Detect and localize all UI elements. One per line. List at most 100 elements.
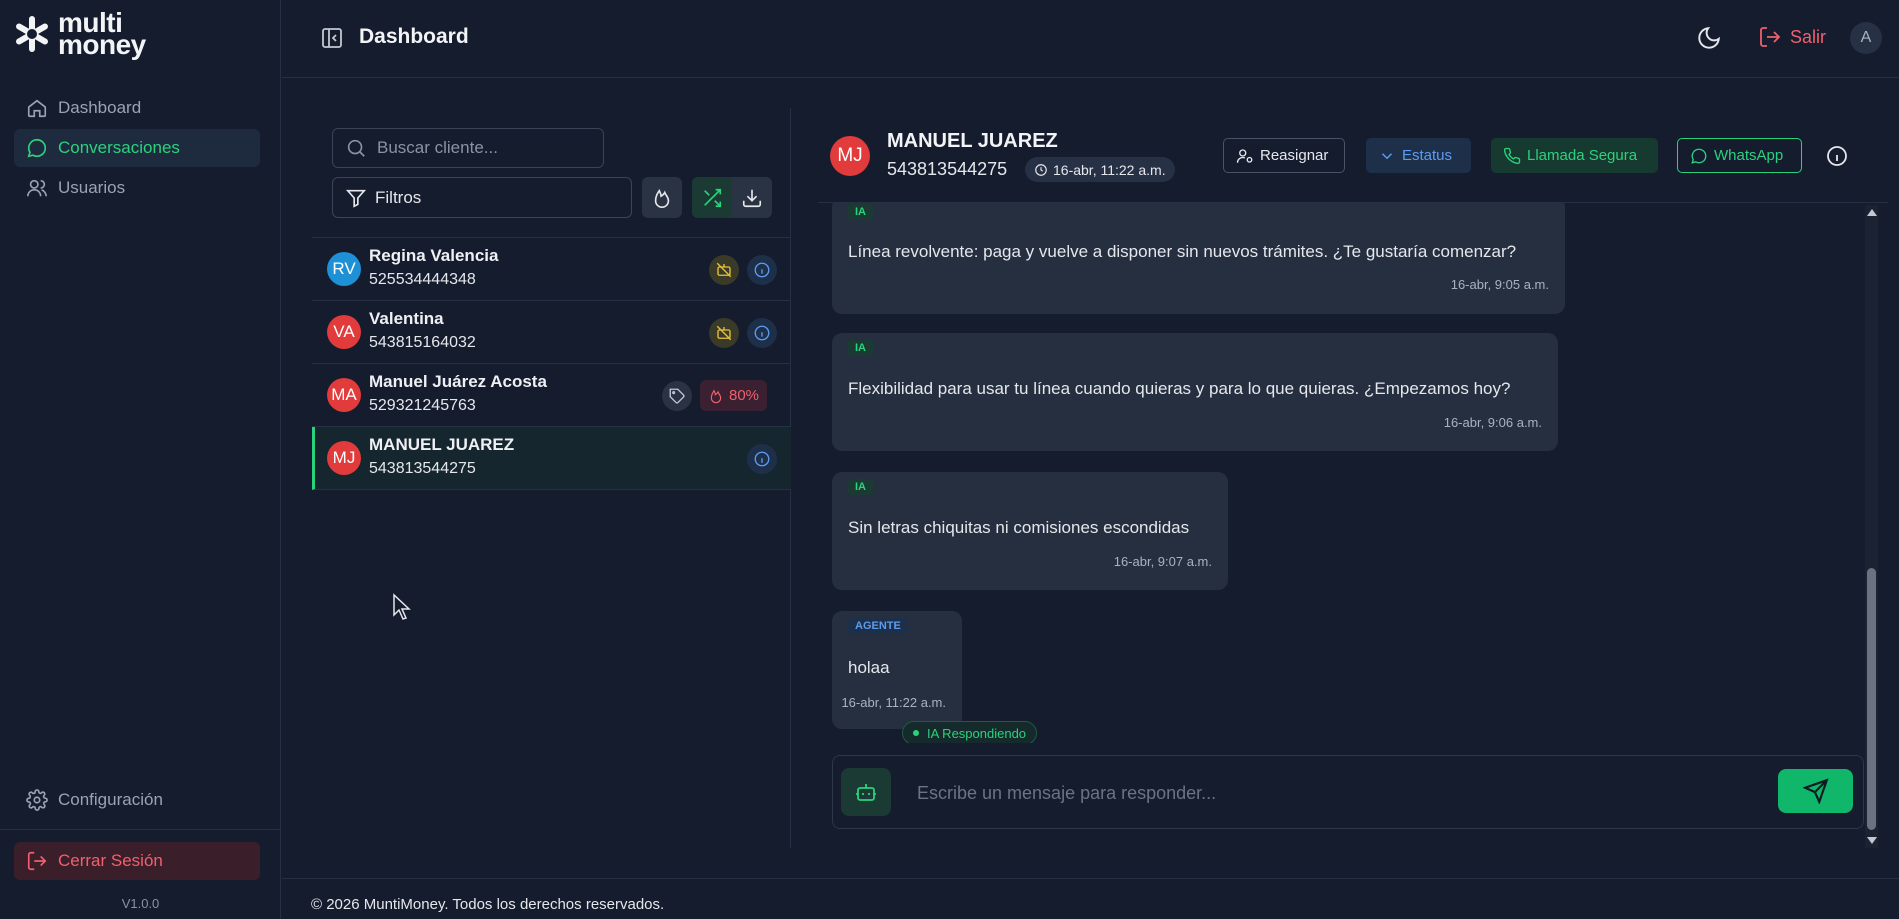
chat-messages: IA Línea revolvente: paga y vuelve a dis…	[818, 203, 1868, 743]
brand-line-2: money	[58, 29, 146, 60]
shuffle-button[interactable]	[692, 177, 732, 218]
footer-copyright: © 2026 MuntiMoney. Todos los derechos re…	[311, 896, 665, 913]
salir-label: Salir	[1790, 26, 1827, 47]
reasignar-button[interactable]: Reasignar	[1223, 138, 1345, 173]
info-button[interactable]	[747, 444, 777, 474]
asterisk-logo-icon	[16, 16, 48, 52]
user-avatar[interactable]: A	[1850, 22, 1882, 54]
download-icon	[742, 189, 762, 207]
bot-off-icon	[716, 262, 732, 278]
chat-scrollbar[interactable]	[1865, 205, 1878, 848]
send-icon	[1802, 778, 1829, 804]
ia-status-label: IA Respondiendo	[927, 725, 1027, 741]
salir-button[interactable]: Salir	[1758, 25, 1826, 49]
conversation-list: RV Regina Valencia 525534444348 VA Valen…	[312, 238, 791, 490]
message-tag: IA	[848, 479, 873, 495]
message-tag: AGENTE	[848, 618, 908, 634]
message-bubble: IA Sin letras chiquitas ni comisiones es…	[832, 472, 1228, 590]
bot-off-icon	[716, 325, 732, 341]
estatus-dropdown[interactable]: Estatus	[1366, 138, 1471, 173]
bot-off-badge[interactable]	[709, 318, 739, 348]
bot-icon	[856, 784, 876, 801]
llamada-segura-label: Llamada Segura	[1527, 147, 1638, 164]
estatus-label: Estatus	[1402, 147, 1453, 164]
sidebar-item-label: Dashboard	[58, 98, 142, 117]
message-time: 16-abr, 9:05 a.m.	[1450, 277, 1549, 292]
app-version: V1.0.0	[121, 896, 160, 911]
chat-header: MJ MANUEL JUAREZ 543813544275 16-abr, 11…	[818, 108, 1888, 203]
info-icon	[754, 451, 770, 467]
filters-button[interactable]: Filtros	[332, 177, 632, 218]
conversation-item-selected[interactable]: MJ MANUEL JUAREZ 543813544275	[312, 427, 791, 490]
avatar: VA	[327, 315, 361, 349]
search-box	[332, 128, 604, 168]
chat-contact-name: MANUEL JUAREZ	[887, 130, 1058, 152]
info-button[interactable]	[747, 255, 777, 285]
brand-logo[interactable]: multi money	[12, 9, 146, 60]
chat-contact-phone: 543813544275	[887, 159, 1008, 179]
scroll-down-arrow[interactable]	[1867, 837, 1877, 844]
info-icon[interactable]	[1825, 144, 1849, 168]
search-input[interactable]	[377, 138, 597, 158]
flame-icon	[710, 388, 722, 403]
top-header: Dashboard Salir A	[282, 0, 1899, 78]
send-button[interactable]	[1778, 769, 1853, 813]
user-cog-icon	[1236, 148, 1253, 163]
page-title: Dashboard	[359, 25, 469, 48]
conversation-name: MANUEL JUAREZ	[369, 435, 515, 454]
conversation-item[interactable]: RV Regina Valencia 525534444348	[312, 238, 791, 301]
sidebar: multi money Dashboard Conversaciones Usu…	[0, 0, 281, 919]
status-dot	[913, 730, 919, 736]
message-tag: IA	[848, 340, 873, 356]
sidebar-item-conversaciones[interactable]: Conversaciones	[14, 129, 260, 167]
phone-icon	[1503, 147, 1521, 164]
sidebar-item-dashboard[interactable]: Dashboard	[14, 89, 260, 127]
info-icon	[754, 325, 770, 341]
logout-button[interactable]: Cerrar Sesión	[14, 842, 260, 880]
funnel-icon	[345, 189, 367, 208]
chat-time: 16-abr, 11:22 a.m.	[1053, 161, 1166, 178]
conversation-item[interactable]: VA Valentina 543815164032	[312, 301, 791, 364]
scroll-up-arrow[interactable]	[1867, 209, 1877, 216]
hot-filter-button[interactable]	[642, 177, 682, 218]
logout-icon	[27, 851, 47, 871]
message-bubble: IA Flexibilidad para usar tu línea cuand…	[832, 333, 1558, 451]
heat-value: 80%	[729, 387, 760, 404]
sidebar-item-configuracion[interactable]: Configuración	[14, 781, 260, 819]
message-text: holaa	[848, 658, 890, 677]
message-composer	[832, 755, 1864, 829]
heat-badge: 80%	[700, 380, 768, 411]
sidebar-item-usuarios[interactable]: Usuarios	[14, 169, 260, 207]
message-input[interactable]	[917, 778, 1777, 808]
footer: © 2026 MuntiMoney. Todos los derechos re…	[282, 878, 1899, 919]
bot-off-badge[interactable]	[709, 255, 739, 285]
ia-status-badge: IA Respondiendo	[902, 721, 1038, 743]
tag-button[interactable]	[662, 381, 692, 411]
sidebar-toggle-icon[interactable]	[320, 26, 344, 50]
reasignar-label: Reasignar	[1260, 147, 1329, 164]
sidebar-config: Configuración	[14, 781, 260, 821]
download-button[interactable]	[732, 177, 772, 218]
mouse-cursor-icon	[393, 593, 411, 620]
conversation-phone: 543813544275	[369, 460, 476, 477]
message-time: 16-abr, 9:06 a.m.	[1443, 415, 1542, 430]
info-button[interactable]	[747, 318, 777, 348]
whatsapp-button[interactable]: WhatsApp	[1677, 138, 1802, 173]
conversation-name: Valentina	[369, 309, 444, 328]
sidebar-nav: Dashboard Conversaciones Usuarios	[14, 89, 260, 209]
message-text: Flexibilidad para usar tu línea cuando q…	[848, 379, 1511, 398]
moon-icon[interactable]	[1696, 25, 1722, 51]
filters-label: Filtros	[375, 187, 422, 207]
llamada-segura-button[interactable]: Llamada Segura	[1491, 138, 1658, 173]
scroll-thumb[interactable]	[1867, 568, 1876, 830]
chevron-down-icon	[1381, 152, 1393, 159]
conversation-item[interactable]: MA Manuel Juárez Acosta 529321245763 80%	[312, 364, 791, 427]
chat-icon	[27, 139, 47, 158]
brand-name: multi money	[58, 9, 146, 60]
bot-toggle-button[interactable]	[841, 768, 891, 816]
info-icon	[754, 262, 770, 278]
conversation-list-panel: Filtros RV Regina Valencia 525534444348 …	[312, 108, 791, 848]
message-bubble-agent: AGENTE holaa 16-abr, 11:22 a.m.	[832, 611, 962, 729]
message-text: Sin letras chiquitas ni comisiones escon…	[848, 518, 1190, 537]
conversation-phone: 543815164032	[369, 334, 476, 351]
